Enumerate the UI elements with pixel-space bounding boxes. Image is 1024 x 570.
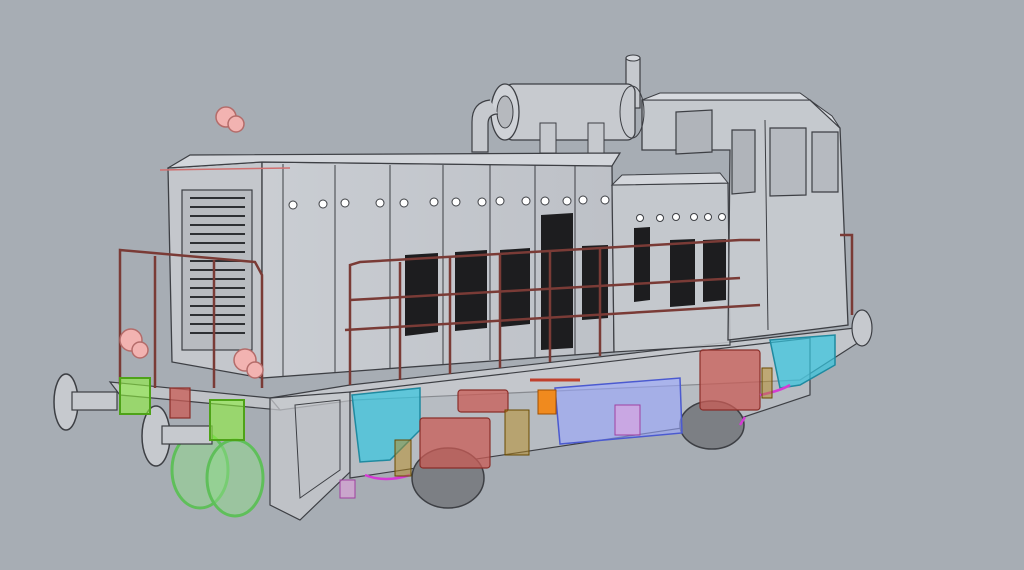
rear-hood — [610, 172, 731, 353]
exhaust-silencer — [471, 54, 645, 154]
radiator-grille — [181, 189, 253, 351]
locomotive-model-view — [53, 54, 873, 521]
3d-viewport[interactable] — [0, 0, 1024, 570]
